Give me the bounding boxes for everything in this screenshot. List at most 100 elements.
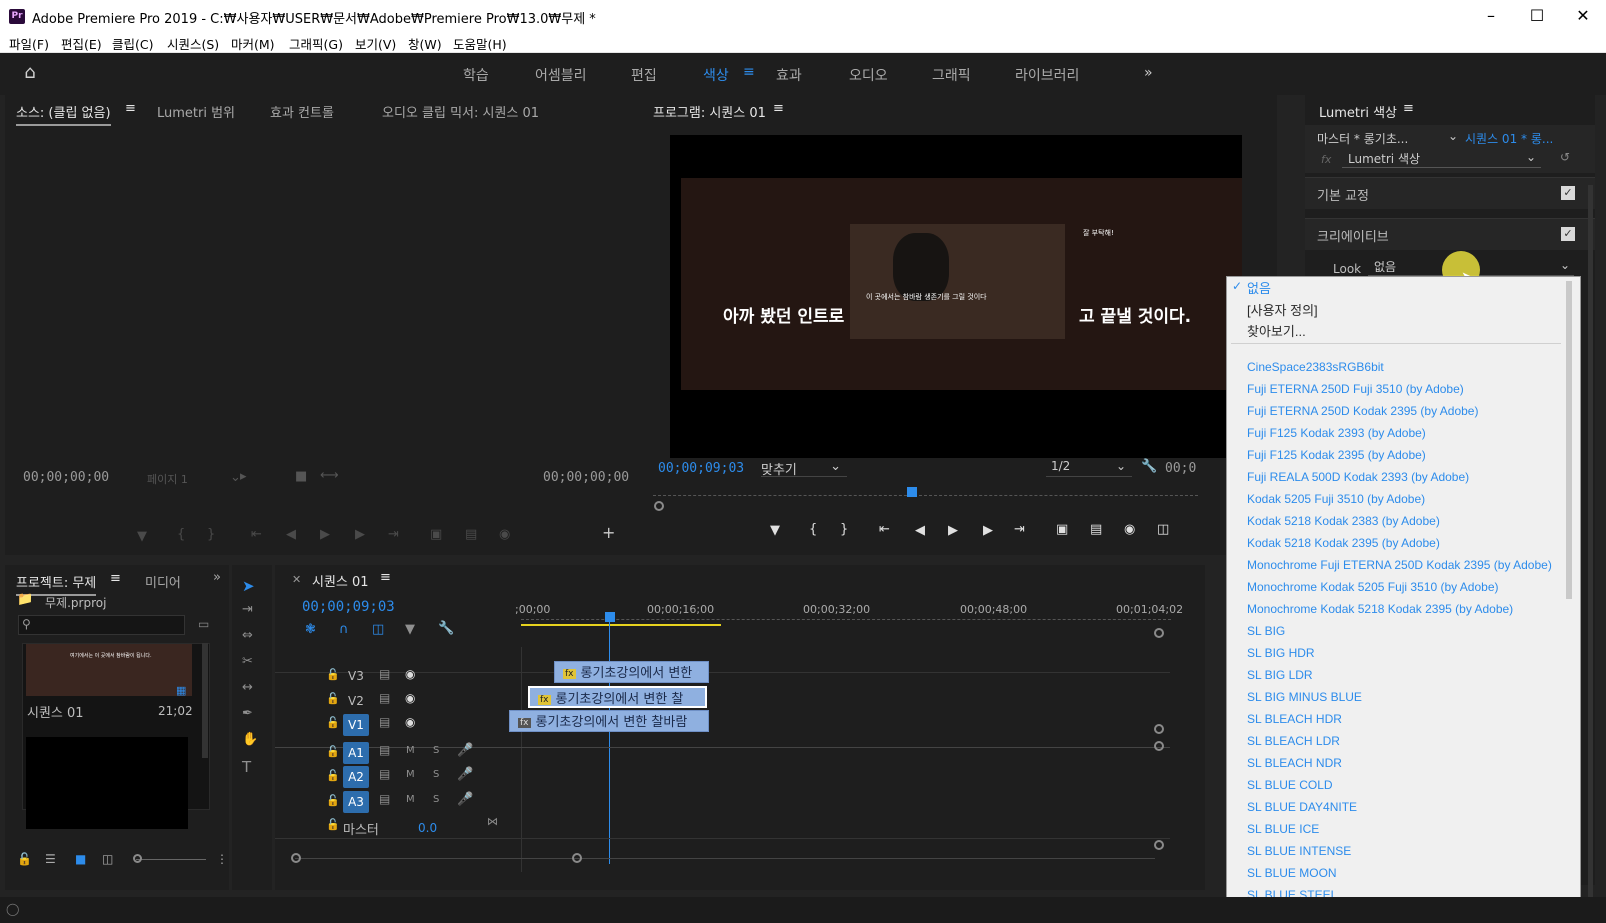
- look-option-lut[interactable]: Monochrome Kodak 5205 Fuji 3510 (by Adob…: [1247, 580, 1499, 594]
- workspace-editing[interactable]: 편집: [631, 65, 657, 85]
- menu-edit[interactable]: 편집(E): [61, 34, 102, 53]
- master-clip-select[interactable]: 마스터 * 롱기초...: [1317, 130, 1408, 147]
- sequence-item-name[interactable]: 시퀀스 01: [27, 702, 84, 721]
- a1-mute-button[interactable]: M: [406, 745, 415, 756]
- look-option-lut[interactable]: SL BLEACH LDR: [1247, 734, 1340, 748]
- lock-icon[interactable]: 🔓: [17, 852, 32, 866]
- nest-toggle-icon[interactable]: ❃: [305, 622, 316, 637]
- a2-microphone-icon[interactable]: 🎤: [457, 767, 473, 782]
- look-option-lut[interactable]: CineSpace2383sRGB6bit: [1247, 360, 1384, 374]
- step-forward-icon[interactable]: ▶: [355, 527, 365, 542]
- timeline-playhead-handle[interactable]: [605, 612, 615, 622]
- program-play-icon[interactable]: ▶: [948, 523, 958, 538]
- timeline-vscroll-mid[interactable]: [1154, 724, 1164, 734]
- clip-v3[interactable]: fx 롱기초강의에서 변한: [554, 661, 709, 683]
- reset-icon[interactable]: ↺: [1560, 150, 1570, 164]
- slip-tool-icon[interactable]: ↔: [242, 680, 253, 695]
- menu-sequence[interactable]: 시퀀스(S): [167, 34, 219, 53]
- look-option-lut[interactable]: Fuji F125 Kodak 2393 (by Adobe): [1247, 426, 1426, 440]
- program-export-frame-icon[interactable]: ◉: [1124, 522, 1135, 537]
- icon-view-icon[interactable]: ■: [75, 852, 86, 866]
- look-option-lut[interactable]: SL BIG LDR: [1247, 668, 1313, 682]
- look-option-lut[interactable]: SL BIG HDR: [1247, 646, 1315, 660]
- snap-icon[interactable]: ∩: [339, 622, 349, 637]
- a2-lock-icon[interactable]: 🔓: [326, 769, 340, 782]
- track-select-tool-icon[interactable]: ⇥: [242, 602, 253, 617]
- tab-audio-clip-mixer[interactable]: 오디오 클립 믹서: 시퀀스 01: [382, 102, 539, 121]
- basic-correction-checkbox[interactable]: ✓: [1561, 186, 1575, 200]
- new-bin-icon[interactable]: ▭: [198, 617, 209, 631]
- insert-icon[interactable]: ▣: [430, 527, 442, 542]
- project-overflow-icon[interactable]: »: [213, 570, 221, 585]
- home-icon[interactable]: ⌂: [19, 62, 41, 83]
- look-option-lut[interactable]: SL BLUE COLD: [1247, 778, 1333, 792]
- linked-selection-icon[interactable]: ◫: [372, 622, 384, 637]
- timeline-hscroll-track[interactable]: [295, 858, 1155, 859]
- tab-effect-controls[interactable]: 효과 컨트롤: [270, 102, 334, 121]
- fit-dropdown[interactable]: 맞추기 ⌄: [761, 459, 847, 478]
- look-option-custom[interactable]: [사용자 정의]: [1247, 300, 1318, 319]
- timeline-timecode[interactable]: 00;00;09;03: [302, 599, 395, 615]
- empty-thumbnail[interactable]: [26, 737, 188, 829]
- marker-icon[interactable]: ▼: [137, 529, 147, 544]
- page-next-icon[interactable]: ▸: [240, 469, 247, 484]
- extract-icon[interactable]: ▤: [1090, 522, 1102, 537]
- v3-lock-icon[interactable]: 🔓: [326, 668, 340, 681]
- v3-sync-lock-icon[interactable]: ▤: [379, 667, 390, 681]
- workspace-libraries[interactable]: 라이브러리: [1015, 65, 1079, 85]
- workspace-audio[interactable]: 오디오: [849, 65, 888, 85]
- tab-source-menu-icon[interactable]: ≡: [125, 101, 136, 116]
- program-mark-in-icon[interactable]: {: [809, 522, 817, 537]
- look-option-lut[interactable]: Monochrome Kodak 5218 Kodak 2395 (by Ado…: [1247, 602, 1513, 616]
- program-timecode[interactable]: 00;00;09;03: [658, 461, 744, 476]
- a3-mute-button[interactable]: M: [406, 794, 415, 805]
- master-lock-icon[interactable]: 🔓: [326, 818, 340, 831]
- look-option-lut[interactable]: SL BLUE MOON: [1247, 866, 1337, 880]
- resolution-dropdown[interactable]: 1/2 ⌄: [1046, 459, 1132, 477]
- clip-v2[interactable]: fx 롱기초강의에서 변한 찰: [528, 686, 707, 708]
- workspace-effects[interactable]: 효과: [776, 65, 802, 85]
- project-scrollbar[interactable]: [202, 643, 208, 758]
- look-option-lut[interactable]: Fuji ETERNA 250D Fuji 3510 (by Adobe): [1247, 382, 1464, 396]
- a2-sync-lock-icon[interactable]: ▤: [379, 767, 390, 781]
- source-drag-icon[interactable]: ⟷: [320, 468, 339, 483]
- workspace-graphics[interactable]: 그래픽: [932, 65, 971, 85]
- comparison-view-icon[interactable]: ◫: [1157, 522, 1169, 537]
- tab-program[interactable]: 프로그램: 시퀀스 01: [653, 102, 766, 121]
- freeform-view-icon[interactable]: ◫: [102, 852, 113, 866]
- ripple-edit-tool-icon[interactable]: ⇔: [242, 628, 253, 643]
- mark-in-icon[interactable]: {: [177, 527, 185, 542]
- tab-lumetri-scopes[interactable]: Lumetri 범위: [157, 102, 235, 121]
- a1-microphone-icon[interactable]: 🎤: [457, 743, 473, 758]
- v1-eye-icon[interactable]: ◉: [405, 715, 415, 729]
- look-option-none[interactable]: 없음: [1247, 278, 1271, 297]
- timeline-settings-icon[interactable]: 🔧: [438, 621, 454, 636]
- timeline-vscroll-audio[interactable]: [1154, 741, 1164, 751]
- look-option-lut[interactable]: SL BLEACH NDR: [1247, 756, 1342, 770]
- tab-sequence-menu-icon[interactable]: ≡: [380, 570, 391, 585]
- maximize-button[interactable]: ☐: [1514, 0, 1560, 32]
- menu-marker[interactable]: 마커(M): [231, 34, 275, 53]
- tab-lumetri-color[interactable]: Lumetri 색상: [1319, 102, 1397, 121]
- pen-tool-icon[interactable]: ✒: [242, 706, 253, 721]
- a1-track-target[interactable]: A1: [343, 742, 369, 764]
- program-playhead[interactable]: [907, 487, 917, 497]
- menu-window[interactable]: 창(W): [408, 34, 442, 53]
- a3-solo-button[interactable]: S: [433, 794, 439, 805]
- a2-solo-button[interactable]: S: [433, 769, 439, 780]
- look-option-lut[interactable]: SL BLUE ICE: [1247, 822, 1319, 836]
- sequence-clip-select[interactable]: 시퀀스 01 * 롱...: [1465, 130, 1553, 147]
- a2-mute-button[interactable]: M: [406, 769, 415, 780]
- selection-tool-icon[interactable]: ➤: [242, 577, 255, 595]
- timeline-hscroll-left[interactable]: [291, 853, 301, 863]
- clip-v1[interactable]: fx 롱기초강의에서 변한 찰바람: [509, 710, 709, 732]
- a2-track-target[interactable]: A2: [343, 766, 369, 788]
- a3-lock-icon[interactable]: 🔓: [326, 794, 340, 807]
- a3-microphone-icon[interactable]: 🎤: [457, 792, 473, 807]
- v1-lock-icon[interactable]: 🔓: [326, 716, 340, 729]
- tab-lumetri-menu-icon[interactable]: ≡: [1403, 101, 1414, 116]
- a1-sync-lock-icon[interactable]: ▤: [379, 743, 390, 757]
- a3-sync-lock-icon[interactable]: ▤: [379, 792, 390, 806]
- wrench-icon[interactable]: 🔧: [1141, 459, 1157, 474]
- workspace-color[interactable]: 색상: [703, 65, 729, 85]
